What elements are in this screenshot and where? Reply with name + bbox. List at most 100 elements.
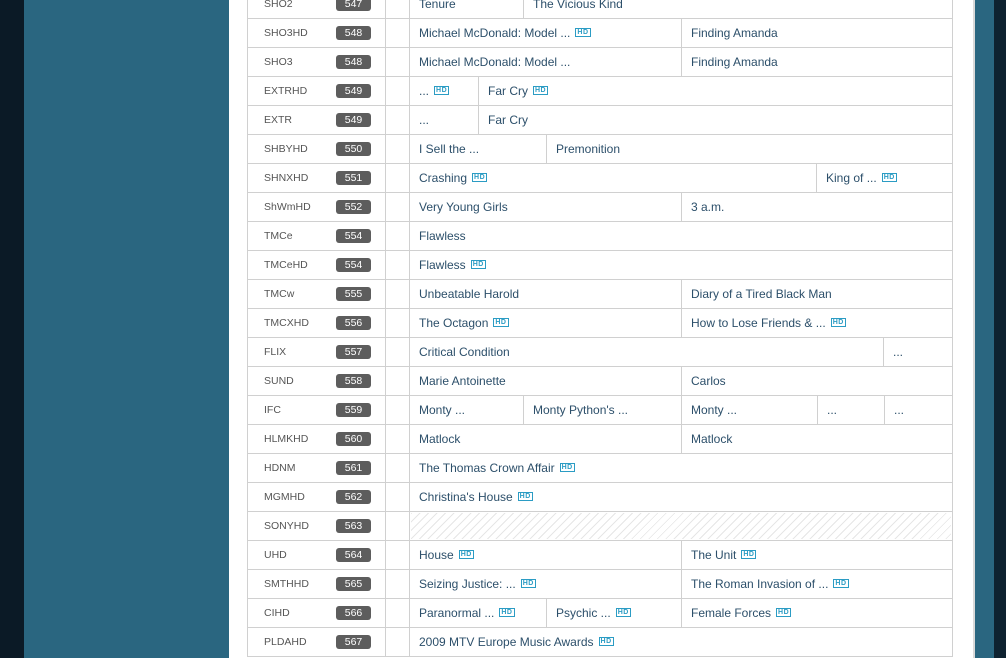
channel-call-sign[interactable]: ShWmHD (264, 193, 311, 221)
program-cell[interactable]: House HD (410, 541, 681, 569)
program-cell[interactable]: Premonition (546, 135, 951, 163)
program-cell[interactable]: Finding Amanda (681, 48, 951, 76)
program-cell[interactable]: The Thomas Crown Affair HD (410, 454, 951, 482)
program-title-link[interactable]: Tenure (419, 0, 456, 11)
channel-number-badge[interactable]: 556 (336, 316, 371, 330)
program-title-link[interactable]: How to Lose Friends & ... (691, 316, 826, 330)
program-cell[interactable]: ... (410, 106, 478, 134)
program-cell[interactable]: Michael McDonald: Model ... HD (410, 19, 681, 47)
program-title-link[interactable]: House (419, 548, 454, 562)
program-cell[interactable]: Far Cry HD (478, 77, 951, 105)
channel-number-badge[interactable]: 565 (336, 577, 371, 591)
program-cell[interactable]: Monty ... (681, 396, 817, 424)
program-cell[interactable]: Christina's House HD (410, 483, 951, 511)
channel-call-sign[interactable]: SMTHHD (264, 570, 309, 598)
channel-call-sign[interactable]: CIHD (264, 599, 290, 627)
channel-call-sign[interactable]: IFC (264, 396, 281, 424)
program-cell[interactable]: The Roman Invasion of ... HD (681, 570, 951, 598)
channel-call-sign[interactable]: SHNXHD (264, 164, 308, 192)
channel-call-sign[interactable]: SONYHD (264, 512, 309, 540)
program-title-link[interactable]: Critical Condition (419, 345, 510, 359)
program-title-link[interactable]: ... (419, 113, 429, 127)
program-title-link[interactable]: ... (419, 84, 429, 98)
program-title-link[interactable]: Flawless (419, 258, 466, 272)
program-title-link[interactable]: Diary of a Tired Black Man (691, 287, 832, 301)
channel-call-sign[interactable]: HLMKHD (264, 425, 308, 453)
channel-call-sign[interactable]: SHO3HD (264, 19, 308, 47)
program-cell[interactable]: The Octagon HD (410, 309, 681, 337)
program-title-link[interactable]: ... (827, 403, 837, 417)
program-title-link[interactable]: Female Forces (691, 606, 771, 620)
program-title-link[interactable]: Marie Antoinette (419, 374, 506, 388)
program-cell[interactable]: Finding Amanda (681, 19, 951, 47)
program-title-link[interactable]: 2009 MTV Europe Music Awards (419, 635, 594, 649)
program-title-link[interactable]: The Vicious Kind (533, 0, 623, 11)
channel-number-badge[interactable]: 552 (336, 200, 371, 214)
program-title-link[interactable]: Psychic ... (556, 606, 611, 620)
channel-call-sign[interactable]: TMCXHD (264, 309, 309, 337)
program-cell[interactable]: Seizing Justice: ... HD (410, 570, 681, 598)
program-title-link[interactable]: ... (893, 345, 903, 359)
program-cell[interactable]: Michael McDonald: Model ... (410, 48, 681, 76)
program-title-link[interactable]: Flawless (419, 229, 466, 243)
channel-call-sign[interactable]: UHD (264, 541, 287, 569)
channel-number-badge[interactable]: 567 (336, 635, 371, 649)
program-cell[interactable]: 2009 MTV Europe Music Awards HD (410, 628, 951, 656)
program-cell[interactable]: 3 a.m. (681, 193, 951, 221)
program-cell[interactable]: Unbeatable Harold (410, 280, 681, 308)
program-title-link[interactable]: Monty Python's ... (533, 403, 628, 417)
channel-number-badge[interactable]: 562 (336, 490, 371, 504)
program-title-link[interactable]: 3 a.m. (691, 200, 724, 214)
program-cell[interactable]: Psychic ... HD (546, 599, 681, 627)
program-title-link[interactable]: Christina's House (419, 490, 513, 504)
channel-call-sign[interactable]: MGMHD (264, 483, 305, 511)
channel-number-badge[interactable]: 563 (336, 519, 371, 533)
channel-number-badge[interactable]: 557 (336, 345, 371, 359)
channel-call-sign[interactable]: SHO2 (264, 0, 293, 18)
program-title-link[interactable]: Monty ... (419, 403, 465, 417)
program-cell[interactable]: Monty Python's ... (523, 396, 681, 424)
program-title-link[interactable]: Premonition (556, 142, 620, 156)
channel-call-sign[interactable]: SUND (264, 367, 294, 395)
program-cell[interactable]: Flawless HD (410, 251, 951, 279)
channel-number-badge[interactable]: 548 (336, 26, 371, 40)
program-cell[interactable]: Female Forces HD (681, 599, 951, 627)
program-cell[interactable]: I Sell the ... (410, 135, 546, 163)
program-cell[interactable]: Flawless (410, 222, 951, 250)
program-cell[interactable]: King of ... HD (816, 164, 951, 192)
channel-number-badge[interactable]: 551 (336, 171, 371, 185)
channel-call-sign[interactable]: EXTRHD (264, 77, 307, 105)
channel-number-badge[interactable]: 559 (336, 403, 371, 417)
channel-number-badge[interactable]: 554 (336, 229, 371, 243)
program-title-link[interactable]: Far Cry (488, 113, 528, 127)
program-cell[interactable]: Matlock (681, 425, 951, 453)
program-cell[interactable]: ... (883, 338, 951, 366)
channel-number-badge[interactable]: 558 (336, 374, 371, 388)
channel-call-sign[interactable]: TMCe (264, 222, 293, 250)
program-title-link[interactable]: The Unit (691, 548, 736, 562)
channel-call-sign[interactable]: EXTR (264, 106, 292, 134)
program-title-link[interactable]: Monty ... (691, 403, 737, 417)
program-cell[interactable]: Paranormal ... HD (410, 599, 546, 627)
program-title-link[interactable]: The Octagon (419, 316, 488, 330)
program-title-link[interactable]: Seizing Justice: ... (419, 577, 516, 591)
program-cell[interactable]: Very Young Girls (410, 193, 681, 221)
program-cell[interactable]: Monty ... (410, 396, 523, 424)
program-title-link[interactable]: The Thomas Crown Affair (419, 461, 555, 475)
program-title-link[interactable]: Unbeatable Harold (419, 287, 519, 301)
program-title-link[interactable]: King of ... (826, 171, 877, 185)
channel-call-sign[interactable]: HDNM (264, 454, 296, 482)
channel-number-badge[interactable]: 548 (336, 55, 371, 69)
program-title-link[interactable]: Finding Amanda (691, 26, 778, 40)
program-cell[interactable]: Tenure (410, 0, 523, 18)
program-cell[interactable]: Critical Condition (410, 338, 883, 366)
program-cell[interactable]: Matlock (410, 425, 681, 453)
program-title-link[interactable]: I Sell the ... (419, 142, 479, 156)
program-cell[interactable]: Crashing HD (410, 164, 816, 192)
program-title-link[interactable]: Carlos (691, 374, 726, 388)
channel-call-sign[interactable]: PLDAHD (264, 628, 307, 656)
program-title-link[interactable]: Finding Amanda (691, 55, 778, 69)
channel-number-badge[interactable]: 566 (336, 606, 371, 620)
channel-call-sign[interactable]: TMCeHD (264, 251, 308, 279)
program-title-link[interactable]: The Roman Invasion of ... (691, 577, 828, 591)
